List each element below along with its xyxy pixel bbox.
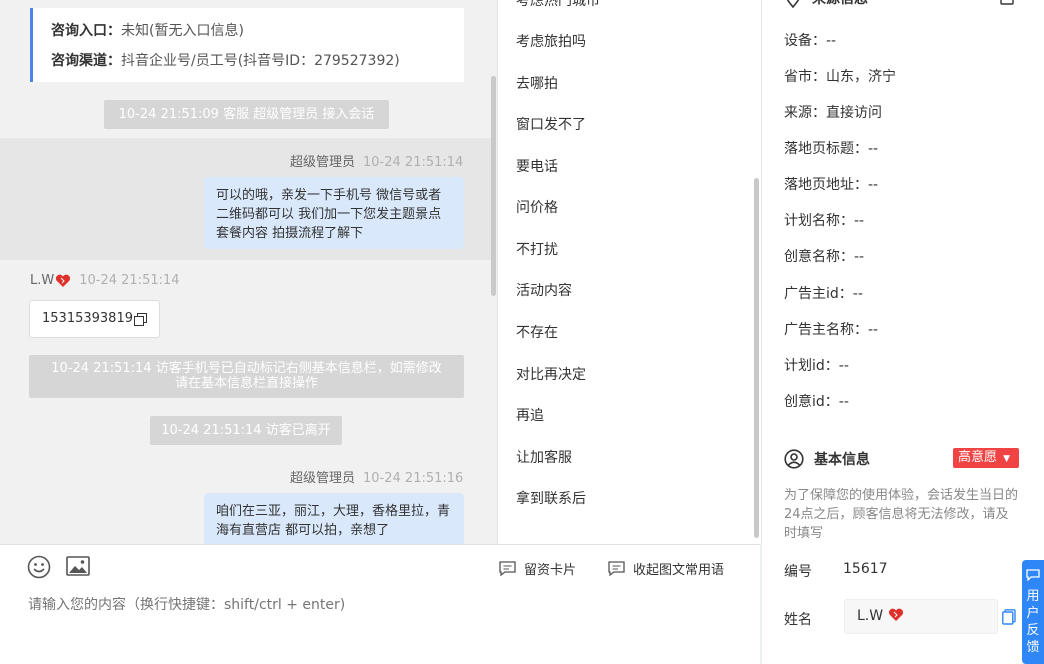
sender-name: 超级管理员: [290, 471, 356, 486]
customer-name-value: L.W: [857, 608, 884, 624]
user-feedback-label: 用户反馈: [1026, 589, 1040, 655]
emoji-icon[interactable]: [27, 555, 51, 579]
caret-down-icon: ▼: [1003, 454, 1011, 464]
consult-info-card: 咨询入口：未知(暂无入口信息) 咨询渠道：抖音企业号/员工号(抖音号ID：279…: [30, 8, 464, 82]
lead-card-button[interactable]: 留资卡片: [499, 559, 576, 578]
chat-bubble-icon: [1026, 569, 1040, 581]
lead-card-label: 留资卡片: [524, 563, 577, 578]
message-square-icon: [608, 561, 625, 576]
quick-reply-item[interactable]: 活动内容: [516, 280, 572, 300]
source-info-row: 计划id：--: [784, 358, 849, 374]
visitor-meta: L.W 10-24 21:51:14: [30, 273, 180, 288]
visitor-name: L.W: [30, 273, 55, 288]
edit-deadline-note: 为了保障您的使用体验，会话发生当日的24点之后，顾客信息将无法修改，请及时填写: [784, 488, 1019, 541]
agent-message-bubble: 咱们在三亚，丽江，大理，香格里拉，青海有直营店 都可以拍，亲想了: [204, 493, 464, 544]
system-message-line: 请在基本信息栏直接操作: [174, 376, 318, 391]
system-message-phone-marked: 10-24 21:51:14 访客手机号已自动标记右侧基本信息栏，如需修改 请在…: [29, 355, 464, 398]
source-info-row: 计划名称：--: [784, 213, 865, 229]
quick-reply-item[interactable]: 不打扰: [516, 239, 558, 259]
intent-level-dropdown[interactable]: 高意愿 ▼: [953, 448, 1019, 468]
visitor-message-time: 10-24 21:51:14: [79, 273, 180, 288]
channel-label: 咨询渠道：: [51, 53, 121, 69]
quick-reply-item[interactable]: 让加客服: [516, 447, 572, 467]
visitor-phone-text: 15315393819: [42, 311, 133, 326]
heart-emoji-icon: [56, 274, 71, 287]
customer-info-panel: 来源信息 设备：-- 省市：山东，济宁来源：直接访问落地页标题：-- 落地页地址：-…: [762, 0, 1044, 664]
message-meta: 超级管理员 10-24 21:51:16: [290, 467, 463, 486]
copy-icon[interactable]: [1002, 609, 1016, 625]
chat-scrollbar[interactable]: [491, 76, 496, 296]
quick-reply-item[interactable]: 问价格: [516, 197, 558, 217]
source-info-row: 创意id：--: [784, 394, 849, 410]
sender-name: 超级管理员: [290, 155, 356, 170]
collapse-phrases-label: 收起图文常用语: [633, 563, 725, 578]
quick-reply-item[interactable]: 拿到联系后: [516, 488, 586, 508]
image-icon[interactable]: [66, 554, 90, 578]
location-pin-icon: [786, 0, 800, 8]
quick-reply-scrollbar[interactable]: [754, 178, 759, 538]
chat-panel: 咨询入口：未知(暂无入口信息) 咨询渠道：抖音企业号/员工号(抖音号ID：279…: [0, 0, 498, 544]
visitor-message-bubble: 15315393819: [29, 300, 160, 338]
message-meta: 超级管理员 10-24 21:51:14: [290, 151, 463, 170]
collapse-phrases-button[interactable]: 收起图文常用语: [608, 559, 724, 578]
source-info-row: 落地页标题：--: [784, 141, 879, 157]
system-message-line: 10-24 21:51:14 访客手机号已自动标记右侧基本信息栏，如需修改: [51, 361, 442, 376]
quick-reply-item[interactable]: 考虑旅拍吗: [516, 31, 586, 51]
source-info-row: 创意名称：--: [784, 249, 865, 265]
source-info-row: 省市：山东，济宁: [784, 69, 896, 85]
edit-icon[interactable]: [1000, 0, 1016, 6]
source-info-row: 广告主id：--: [784, 286, 863, 302]
basic-info-title: 基本信息: [814, 452, 870, 468]
system-message-join: 10-24 21:51:09 客服 超级管理员 接入会话: [104, 100, 389, 129]
source-info-row: 来源：直接访问: [784, 105, 882, 121]
message-time: 10-24 21:51:14: [363, 155, 464, 170]
source-info-row: 落地页地址：--: [784, 177, 879, 193]
source-info-row: 广告主名称：--: [784, 322, 879, 338]
quick-reply-item[interactable]: 要电话: [516, 156, 558, 176]
message-input[interactable]: [28, 597, 728, 613]
quick-reply-item[interactable]: 对比再决定: [516, 364, 586, 384]
entry-label: 咨询入口：: [51, 23, 121, 39]
quick-reply-item[interactable]: 窗口发不了: [516, 114, 586, 134]
entry-value: 未知(暂无入口信息): [121, 23, 244, 39]
copy-icon[interactable]: [133, 312, 147, 326]
message-square-icon: [499, 561, 516, 576]
user-feedback-button[interactable]: 用户反馈: [1022, 560, 1044, 664]
system-message-left: 10-24 21:51:14 访客已离开: [150, 416, 342, 445]
customer-name-label: 姓名: [784, 612, 812, 628]
customer-id-value: 15617: [843, 561, 888, 577]
user-circle-icon: [784, 449, 804, 469]
quick-reply-item[interactable]: 不存在: [516, 322, 558, 342]
channel-value: 抖音企业号/员工号(抖音号ID：279527392): [121, 53, 400, 69]
basic-info-header: 基本信息: [784, 449, 870, 469]
heart-emoji-icon: [888, 608, 903, 621]
quick-reply-item[interactable]: 再追: [516, 405, 544, 425]
quick-reply-item[interactable]: 去哪拍: [516, 73, 558, 93]
customer-id-label: 编号: [784, 564, 812, 580]
customer-name-field[interactable]: L.W: [844, 599, 998, 634]
agent-message-bubble: 可以的哦，亲发一下手机号 微信号或者二维码都可以 我们加一下您发主题景点 套餐内…: [204, 177, 464, 249]
quick-reply-list: 考虑热门城市考虑旅拍吗去哪拍窗口发不了要电话问价格不打扰活动内容不存在对比再决定…: [498, 0, 762, 544]
message-time: 10-24 21:51:16: [363, 471, 464, 486]
quick-reply-item[interactable]: 考虑热门城市: [516, 0, 600, 10]
source-info-title: 来源信息: [812, 0, 868, 8]
intent-level-label: 高意愿: [958, 450, 998, 465]
source-info-header: 来源信息: [784, 0, 868, 8]
source-info-row: 设备：--: [784, 33, 837, 49]
input-area: 留资卡片 收起图文常用语: [0, 544, 760, 664]
